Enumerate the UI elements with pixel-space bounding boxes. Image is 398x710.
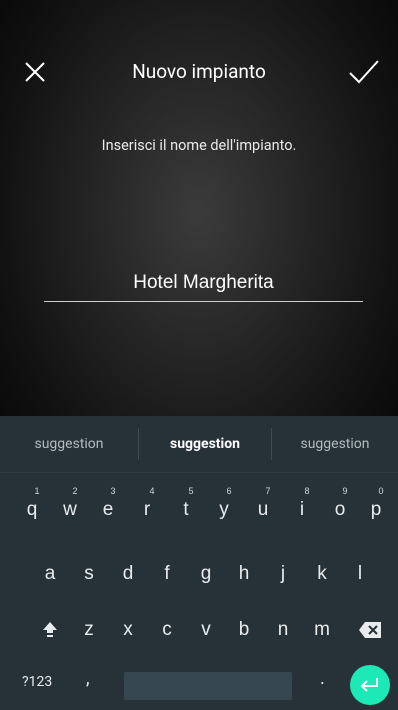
page-title: Nuovo impianto (132, 60, 266, 83)
key-u[interactable]: 7u (245, 482, 281, 530)
enter-key[interactable] (350, 665, 390, 705)
key-y[interactable]: 6y (206, 482, 242, 530)
key-label: u (257, 499, 269, 520)
checkmark-icon (349, 60, 379, 84)
key-label: t (183, 499, 189, 520)
suggestion-right[interactable]: suggestion (272, 416, 398, 472)
space-bar[interactable] (124, 672, 292, 700)
key-d[interactable]: d (110, 550, 146, 598)
key-b[interactable]: b (226, 606, 262, 654)
key-a[interactable]: a (32, 550, 68, 598)
key-t[interactable]: 5t (168, 482, 204, 530)
key-c[interactable]: c (149, 606, 185, 654)
key-w[interactable]: 2w (52, 482, 88, 530)
period-key[interactable]: . (320, 668, 325, 689)
backspace-key[interactable] (352, 606, 388, 654)
key-n[interactable]: n (265, 606, 301, 654)
suggestion-strip: suggestion suggestion suggestion (0, 416, 398, 473)
key-j[interactable]: j (265, 550, 301, 598)
key-f[interactable]: f (149, 550, 185, 598)
key-label: e (102, 499, 114, 520)
top-bar: Nuovo impianto (0, 0, 398, 150)
key-h[interactable]: h (226, 550, 262, 598)
key-label: p (370, 499, 382, 520)
key-k[interactable]: k (304, 550, 340, 598)
key-m[interactable]: m (304, 606, 340, 654)
comma-key[interactable]: , (86, 668, 90, 689)
instruction-text: Inserisci il nome dell'impianto. (101, 137, 297, 154)
key-label: w (63, 499, 77, 520)
backspace-icon (359, 622, 381, 638)
confirm-button[interactable] (346, 55, 386, 95)
key-q[interactable]: 1q (14, 482, 50, 530)
key-label: o (334, 499, 346, 520)
key-o[interactable]: 9o (322, 482, 358, 530)
shift-icon (43, 622, 57, 637)
suggestion-center[interactable]: suggestion (140, 416, 270, 472)
symbols-key[interactable]: ?123 (22, 674, 52, 690)
key-r[interactable]: 4r (129, 482, 165, 530)
suggestion-divider (138, 428, 139, 460)
key-z[interactable]: z (71, 606, 107, 654)
shift-key[interactable] (32, 606, 68, 654)
key-p[interactable]: 0p (358, 482, 394, 530)
key-e[interactable]: 3e (90, 482, 126, 530)
suggestion-left[interactable]: suggestion (0, 416, 138, 472)
key-label: q (26, 499, 38, 520)
enter-icon (360, 678, 378, 692)
key-i[interactable]: 8i (284, 482, 320, 530)
key-label: i (299, 499, 305, 520)
soft-keyboard: suggestion suggestion suggestion 1q 2w 3… (0, 416, 398, 710)
plant-name-input[interactable] (44, 265, 363, 302)
app-screen: Nuovo impianto Inserisci il nome dell'im… (0, 0, 398, 710)
key-x[interactable]: x (110, 606, 146, 654)
key-g[interactable]: g (188, 550, 224, 598)
key-label: y (219, 499, 229, 520)
key-l[interactable]: l (342, 550, 378, 598)
key-s[interactable]: s (71, 550, 107, 598)
key-v[interactable]: v (188, 606, 224, 654)
key-label: r (143, 499, 151, 520)
